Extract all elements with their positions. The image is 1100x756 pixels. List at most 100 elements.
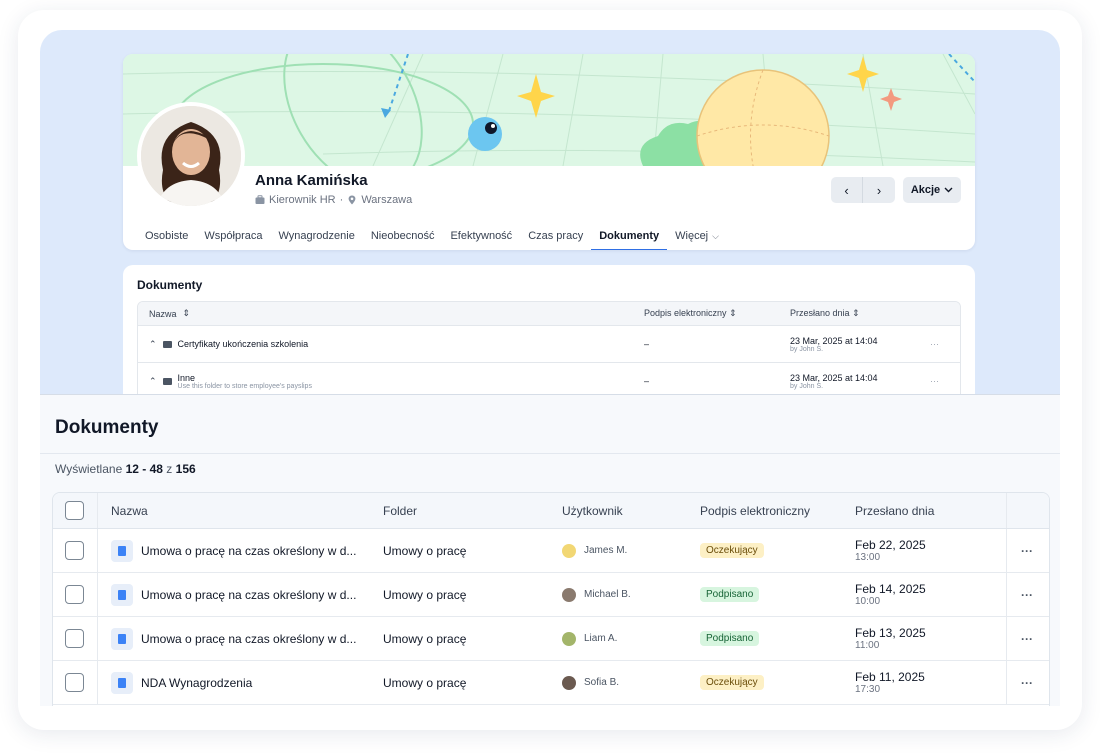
folder-esign: –: [644, 339, 650, 349]
column-sent[interactable]: Przesłano dnia: [855, 493, 934, 528]
tab-wiecej[interactable]: Więcej ⌵: [667, 226, 727, 250]
more-options-icon[interactable]: ···: [1021, 529, 1033, 572]
folder-row[interactable]: ⌃ Certyfikaty ukończenia szkolenia – 23 …: [138, 326, 960, 363]
documents-card-title: Dokumenty: [137, 278, 203, 292]
more-options-icon[interactable]: ···: [930, 339, 960, 349]
results-count: Wyświetlane 12 - 48 z 156: [55, 462, 196, 476]
time: 13:00: [855, 552, 881, 563]
folders-table-header: Nazwa ⇕ Podpis elektroniczny ⇕ Przesłano …: [138, 302, 960, 326]
tab-dokumenty[interactable]: Dokumenty: [591, 226, 668, 250]
more-options-icon[interactable]: ···: [930, 376, 960, 386]
divider: [97, 529, 98, 572]
select-all-checkbox[interactable]: [65, 501, 84, 520]
profile-role: Kierownik HR: [269, 194, 336, 206]
divider: [97, 617, 98, 660]
tab-efektywnosc[interactable]: Efektywność: [442, 226, 520, 250]
table-row[interactable]: NDA Wynagrodzenia Umowy o pracę Sofia B.…: [53, 661, 1049, 705]
folder-date-cell: 23 Mar, 2025 at 14:04 by John S.: [780, 373, 930, 390]
status-badge: Oczekujący: [700, 675, 764, 690]
document-name[interactable]: Umowa o pracę na czas określony w d...: [141, 588, 356, 602]
documents-title: Dokumenty: [55, 417, 159, 438]
document-name-cell: Umowa o pracę na czas określony w d...: [111, 617, 356, 660]
chevron-right-icon: ›: [876, 182, 882, 198]
documents-panel: Dokumenty Wyświetlane 12 - 48 z 156 Nazw…: [40, 394, 1060, 706]
status-cell: Podpisano: [700, 573, 760, 616]
actions-button[interactable]: Akcje: [903, 177, 961, 203]
column-folder[interactable]: Folder: [383, 493, 417, 528]
date-cell: Feb 13, 2025 11:00: [855, 617, 926, 660]
table-row[interactable]: Umowa o pracę na czas określony w d... U…: [53, 617, 1049, 661]
tab-osobiste[interactable]: Osobiste: [137, 226, 196, 250]
column-sent-header[interactable]: Przesłano dnia ⇕: [780, 308, 930, 319]
more-options-icon[interactable]: ···: [1021, 661, 1033, 704]
tab-wspolpraca[interactable]: Współpraca: [196, 226, 270, 250]
folder-esign: –: [644, 376, 650, 386]
time: 11:00: [855, 640, 880, 651]
time: 10:00: [855, 596, 881, 607]
tab-nieobecnosc[interactable]: Nieobecność: [363, 226, 443, 250]
document-name[interactable]: Umowa o pracę na czas określony w d...: [141, 632, 356, 646]
row-checkbox[interactable]: [65, 585, 84, 604]
briefcase-icon: [255, 195, 265, 205]
chevron-left-icon: ‹: [844, 182, 849, 198]
row-checkbox-cell: [65, 573, 84, 616]
document-name[interactable]: NDA Wynagrodzenia: [141, 676, 252, 690]
column-name-header[interactable]: Nazwa ⇕: [138, 308, 634, 319]
table-row[interactable]: Umowa o pracę na czas określony w d... U…: [53, 573, 1049, 617]
count-of: z: [166, 462, 173, 476]
column-esign[interactable]: Podpis elektroniczny: [700, 493, 810, 528]
column-esign-header[interactable]: Podpis elektroniczny ⇕: [634, 308, 780, 319]
file-icon: [111, 539, 133, 562]
row-checkbox[interactable]: [65, 541, 84, 560]
date-cell: Feb 11, 2025 17:30: [855, 661, 925, 704]
profile-avatar[interactable]: [137, 102, 245, 210]
next-profile-button[interactable]: ›: [863, 177, 895, 203]
table-row[interactable]: Umowa o pracę na czas określony w d... U…: [53, 529, 1049, 573]
date: Feb 22, 2025: [855, 538, 926, 552]
document-name-cell: Umowa o pracę na czas określony w d...: [111, 529, 356, 572]
folder-date: 23 Mar, 2025 at 14:04: [790, 335, 878, 346]
folder-icon: [162, 340, 172, 348]
more-options-icon[interactable]: ···: [1021, 617, 1033, 660]
date-cell: Feb 14, 2025 10:00: [855, 573, 926, 616]
count-prefix: Wyświetlane: [55, 462, 123, 476]
chevron-up-icon[interactable]: ⌃: [149, 339, 157, 350]
column-user[interactable]: Użytkownik: [562, 493, 623, 528]
divider: [1006, 573, 1007, 616]
divider: [40, 453, 1060, 454]
tab-wynagrodzenie[interactable]: Wynagrodzenie: [271, 226, 363, 250]
document-name-cell: Umowa o pracę na czas określony w d...: [111, 573, 356, 616]
profile-card: Anna Kamińska Kierownik HR · Warszawa ‹ …: [123, 54, 975, 250]
row-checkbox[interactable]: [65, 629, 84, 648]
status-cell: Oczekujący: [700, 529, 764, 572]
column-sent-label: Przesłano dnia: [790, 308, 850, 318]
row-checkbox[interactable]: [65, 673, 84, 692]
count-range: 12 - 48: [125, 462, 163, 476]
date: Feb 11, 2025: [855, 670, 925, 684]
user-name: James M.: [584, 545, 628, 556]
actions-label: Akcje: [910, 184, 941, 196]
divider: [1006, 493, 1007, 528]
status-badge: Podpisano: [700, 587, 760, 602]
row-checkbox-cell: [65, 617, 84, 660]
tab-czas-pracy[interactable]: Czas pracy: [520, 226, 591, 250]
chevron-up-icon[interactable]: ⌃: [149, 376, 157, 387]
folder-date: 23 Mar, 2025 at 14:04: [790, 372, 878, 383]
document-name[interactable]: Umowa o pracę na czas określony w d...: [141, 544, 356, 558]
document-user-cell: Michael B.: [562, 573, 631, 616]
avatar: [562, 675, 576, 690]
folder-uploader: by John S.: [790, 345, 824, 353]
file-icon: [111, 583, 133, 606]
user-name: Liam A.: [584, 633, 618, 644]
chevron-down-icon: ⌵: [712, 231, 719, 241]
folders-table: Nazwa ⇕ Podpis elektroniczny ⇕ Przesłano …: [137, 301, 961, 401]
profile-banner: [123, 54, 975, 166]
meta-separator: ·: [339, 194, 344, 206]
sort-icon: ⇕: [182, 308, 191, 318]
previous-profile-button[interactable]: ‹: [831, 177, 863, 203]
column-name[interactable]: Nazwa: [111, 493, 148, 528]
avatar: [562, 587, 576, 602]
row-checkbox-cell: [65, 529, 84, 572]
more-options-icon[interactable]: ···: [1021, 573, 1033, 616]
folder-name-cell: ⌃ Inne Use this folder to store employee…: [138, 373, 634, 390]
